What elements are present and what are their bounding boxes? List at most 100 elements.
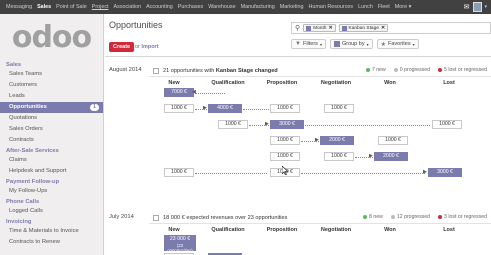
cohort-summary-text: 21 opportunities with Kanban Stage chang… [163,68,278,74]
stage-cell[interactable]: 2000 € [320,136,354,145]
stage-cell[interactable]: 3000 € [270,120,304,129]
sidebar-section-phone-calls: Phone Calls [6,199,40,205]
stage-cell[interactable]: 1000 € [378,136,408,145]
menu-lunch[interactable]: Lunch [358,4,373,10]
odoo-logo[interactable]: odoo [0,14,103,60]
sidebar-item-customers[interactable]: Customers [0,80,103,91]
stat-lost: 3 lost or regressed [438,214,487,220]
green-dot-icon [363,215,368,219]
filters-label: Filters [302,41,318,47]
stage-cell[interactable]: 1000 € [218,120,248,129]
sidebar-item-claims[interactable]: Claims [0,155,103,166]
sidebar-item-contracts-renew[interactable]: Contracts to Renew [0,237,103,248]
stage-cell[interactable]: 1000 € [270,152,300,161]
stage-cell[interactable]: 1000 € [270,136,300,145]
stage-cell[interactable]: 1000 € [164,104,194,113]
cohort-stats: 8 new 12 progressed 3 lost or regressed [355,214,487,220]
import-link[interactable]: Import [141,44,158,50]
favorites-button[interactable]: ★ Favorites ▾ [376,39,419,49]
sidebar-item-opportunities[interactable]: Opportunities 1 [0,102,103,113]
groupby-button[interactable]: Group by ▾ [329,39,373,49]
sidebar-item-time-materials[interactable]: Time & Materials to Invoice [0,226,103,237]
chat-bubble-icon[interactable]: ✉ [464,3,470,11]
sidebar-item-contracts[interactable]: Contracts [0,135,103,146]
chevron-down-icon[interactable]: ▾ [484,4,487,10]
chevron-down-icon: ▾ [408,4,412,10]
menu-purchases[interactable]: Purchases [178,4,203,10]
menu-fleet[interactable]: Fleet [378,4,390,10]
menu-human-resources[interactable]: Human Resources [308,4,353,10]
search-facet-kanban-stage[interactable]: Kanban Stage ✕ [338,24,388,32]
arrow-right-icon: ▶ [265,121,269,127]
menu-warehouse[interactable]: Warehouse [208,4,235,10]
top-menu-bar: Messaging Sales Point of Sale Project As… [0,0,491,14]
stage-cell[interactable]: 7000 € [164,88,194,97]
menu-marketing[interactable]: Marketing [280,4,304,10]
stage-cell[interactable]: 1000 € [270,104,300,113]
groupby-icon [333,41,340,47]
sidebar-item-helpdesk[interactable]: Helpdesk and Support [0,166,103,177]
create-button[interactable]: Create [109,42,135,52]
favorites-label: Favorites [387,41,411,47]
cell-sub: (23 opportunities) [167,242,193,254]
arrow-right-icon: ▶ [315,137,319,143]
sidebar-section-after-sale: After-Sale Services [6,148,59,154]
column-header-lost: Lost [443,80,455,86]
stage-cell[interactable]: 1000 € [324,104,354,113]
sidebar-item-quotations[interactable]: Quotations [0,113,103,124]
menu-project[interactable]: Project [92,4,109,10]
filters-button[interactable]: ▼ Filters ▾ [291,39,326,49]
search-bar[interactable]: ⚲ Month ✕ Kanban Stage ✕ [291,22,491,34]
cohort-month: July 2014 [109,214,134,220]
search-facet-month[interactable]: Month ✕ [303,24,336,32]
user-avatar-icon[interactable] [473,2,483,12]
cohort-checkbox[interactable] [153,214,159,221]
menu-more[interactable]: More ▾ [395,4,412,10]
red-dot-icon [438,68,443,72]
stat-label: 3 lost or regressed [444,214,487,220]
star-icon: ★ [380,41,386,48]
header-divider [105,56,491,57]
mouse-cursor-icon [282,166,288,175]
stat-new: 7 new [365,67,386,73]
menu-point-of-sale[interactable]: Point of Sale [56,4,87,10]
stage-cell[interactable]: 1000 € [164,168,194,177]
stage-cell[interactable]: 1000 € [324,152,354,161]
transition-line [305,125,430,126]
menu-accounting[interactable]: Accounting [146,4,173,10]
menu-sales[interactable]: Sales [37,4,51,10]
column-header-negotiation: Negotiation [320,227,352,233]
stat-label: 5 lost or regressed [444,67,487,73]
column-header-proposition: Proposition [266,80,298,86]
close-icon[interactable]: ✕ [381,26,385,31]
column-header-new: New [168,227,180,233]
cohort-stats: 7 new 0 progressed 5 lost or regressed [358,67,487,73]
cohort-summary: 21 opportunities with Kanban Stage chang… [149,65,491,77]
cohort-checkbox[interactable] [153,67,159,74]
sidebar-item-logged-calls[interactable]: Logged Calls [0,206,103,217]
close-icon[interactable]: ✕ [328,26,332,31]
transition-line [195,173,267,174]
stat-label: 12 progressed [396,214,431,220]
stat-label: 8 new [369,214,383,220]
sidebar-item-my-followups[interactable]: My Follow-Ups [0,186,103,197]
stage-cell[interactable]: 23 000 € (23 opportunities) [164,235,196,254]
sidebar-item-sales-orders[interactable]: Sales Orders [0,124,103,135]
menu-association[interactable]: Association [114,4,142,10]
stat-label: 0 progressed [399,67,431,73]
stage-cell[interactable]: 1000 € [432,120,462,129]
stage-cell[interactable]: 2000 € [374,152,408,161]
or-label: or [135,44,140,50]
arrow-left-icon: ◀ [192,89,196,95]
cohort-summary-text: 18 000 € expected revenues over 23 oppor… [163,214,288,221]
menu-messaging[interactable]: Messaging [6,4,32,10]
column-header-negotiation: Negotiation [320,80,352,86]
search-options: ▼ Filters ▾ Group by ▾ ★ Favorites ▾ [291,39,423,49]
cohort-summary: 18 000 € expected revenues over 23 oppor… [149,212,491,224]
stage-cell[interactable]: 3000 € [428,168,462,177]
sidebar-item-leads[interactable]: Leads [0,91,103,102]
sidebar-item-sales-teams[interactable]: Sales Teams [0,69,103,80]
stage-cell[interactable]: 4000 € [208,104,242,113]
arrow-right-icon: ▶ [203,105,207,111]
menu-manufacturing[interactable]: Manufacturing [241,4,275,10]
